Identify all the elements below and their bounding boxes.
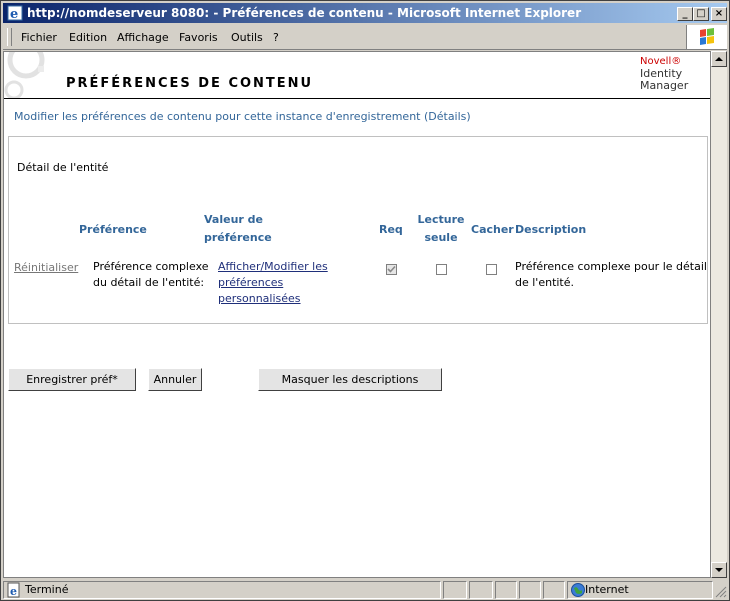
- menu-favoris[interactable]: Favoris: [179, 31, 218, 44]
- brand-product: Identity Manager: [640, 68, 688, 92]
- windows-flag-icon: [700, 28, 714, 45]
- resize-grip-icon[interactable]: [715, 586, 727, 598]
- status-cell-3: [495, 581, 517, 599]
- preference-description-line2: de l'entité.: [515, 276, 575, 289]
- preference-name-line2: du détail de l'entité:: [93, 276, 205, 289]
- status-cell-2: [469, 581, 493, 599]
- preference-name-line1: Préférence complexe: [93, 260, 209, 273]
- page-subtitle: Modifier les préférences de contenu pour…: [14, 110, 471, 123]
- preference-description: Préférence complexe pour le détail de l'…: [515, 259, 707, 291]
- hide-descriptions-button[interactable]: Masquer les descriptions: [258, 368, 442, 391]
- windows-logo: [686, 25, 727, 49]
- column-header-value: Valeur de préférence: [204, 211, 272, 247]
- gear-decoration-icon: [4, 52, 45, 98]
- reset-link[interactable]: Réinitialiser: [14, 261, 78, 274]
- menu-bar: Fichier Edition Affichage Favoris Outils…: [3, 25, 727, 50]
- req-checkbox: [386, 264, 397, 275]
- status-cell-1: [443, 581, 467, 599]
- edit-link-line2[interactable]: préférences: [218, 275, 328, 291]
- brand-novell: Novell®: [640, 56, 682, 67]
- checkmark-icon: [387, 265, 396, 273]
- menu-outils[interactable]: Outils: [231, 31, 263, 44]
- scroll-down-button[interactable]: [711, 562, 727, 578]
- globe-icon: [571, 583, 585, 597]
- title-bar: e http://nomdeserveur 8080: - Préférence…: [3, 3, 727, 23]
- cancel-button[interactable]: Annuler: [148, 368, 202, 391]
- column-header-req: Req: [379, 223, 403, 236]
- column-header-value-line2: préférence: [204, 231, 272, 244]
- browser-window: e http://nomdeserveur 8080: - Préférence…: [0, 0, 730, 601]
- close-button[interactable]: ×: [711, 7, 727, 21]
- window-title: http://nomdeserveur 8080: - Préférences …: [27, 6, 582, 20]
- save-preferences-button[interactable]: Enregistrer préf*: [8, 368, 136, 391]
- preference-description-line1: Préférence complexe pour le détail: [515, 260, 707, 273]
- vertical-scrollbar[interactable]: [711, 51, 727, 578]
- column-header-readonly-line2: seule: [424, 231, 458, 244]
- entity-section-label: Détail de l'entité: [17, 161, 109, 174]
- column-header-description: Description: [515, 223, 587, 236]
- column-header-value-line1: Valeur de: [204, 213, 263, 226]
- column-header-preference: Préférence: [79, 223, 147, 236]
- brand-line-2: Manager: [640, 79, 689, 92]
- menu-help[interactable]: ?: [273, 31, 279, 44]
- status-main-cell: e: [3, 581, 441, 599]
- menu-fichier[interactable]: Fichier: [21, 31, 57, 44]
- scroll-up-button[interactable]: [711, 51, 727, 67]
- edit-link-line3[interactable]: personnalisées: [218, 291, 328, 307]
- svg-text:e: e: [10, 7, 18, 21]
- svg-text:e: e: [10, 585, 17, 598]
- status-bar: e Terminé Internet: [3, 580, 727, 600]
- menu-edition[interactable]: Edition: [69, 31, 107, 44]
- column-header-readonly: Lecture seule: [417, 211, 465, 247]
- internet-explorer-icon: e: [7, 5, 23, 21]
- preferences-panel: Détail de l'entité Préférence Valeur de …: [8, 136, 708, 324]
- menu-affichage[interactable]: Affichage: [117, 31, 169, 44]
- page-header: PRÉFÉRENCES DE CONTENU Novell® Identity …: [4, 52, 710, 99]
- preference-name: Préférence complexe du détail de l'entit…: [93, 259, 209, 291]
- toolbar-grip: [7, 28, 12, 46]
- hide-checkbox[interactable]: [486, 264, 497, 275]
- page-content: PRÉFÉRENCES DE CONTENU Novell® Identity …: [3, 51, 711, 578]
- maximize-button[interactable]: □: [693, 7, 709, 21]
- security-zone-text: Internet: [585, 583, 629, 596]
- status-cell-5: [543, 581, 565, 599]
- minimize-button[interactable]: _: [677, 7, 693, 21]
- edit-custom-preferences-link[interactable]: Afficher/Modifier les préférences person…: [218, 259, 328, 307]
- page-done-icon: e: [7, 582, 20, 598]
- readonly-checkbox[interactable]: [436, 264, 447, 275]
- edit-link-line1[interactable]: Afficher/Modifier les: [218, 259, 328, 275]
- column-header-readonly-line1: Lecture: [417, 213, 465, 226]
- arrow-down-icon: [715, 568, 723, 572]
- column-header-hide: Cacher: [471, 223, 514, 236]
- page-title: PRÉFÉRENCES DE CONTENU: [66, 76, 314, 91]
- arrow-up-icon: [715, 57, 723, 61]
- status-cell-4: [519, 581, 541, 599]
- status-text: Terminé: [25, 583, 69, 596]
